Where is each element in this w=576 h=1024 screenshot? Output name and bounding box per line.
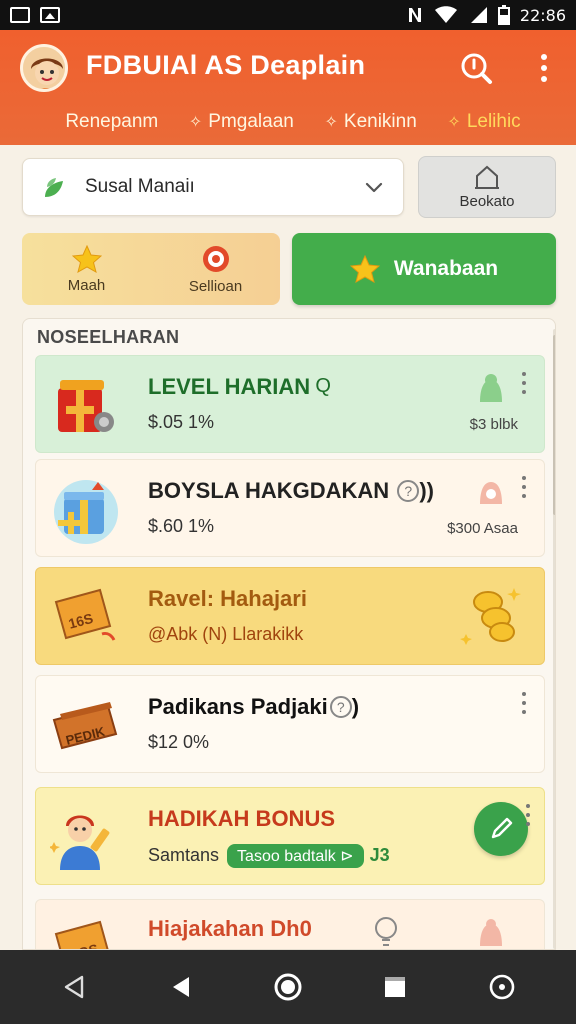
sellioan-button[interactable]: Sellioan [151, 233, 280, 305]
gift-box-icon [54, 480, 118, 544]
kebab-menu-icon[interactable] [522, 476, 528, 498]
help-icon: ? [329, 696, 352, 718]
section-title: NOSEELHARAN [37, 327, 180, 347]
back-filled-icon[interactable] [161, 967, 201, 1007]
lightbulb-icon [375, 917, 397, 946]
gift-box-icon [58, 380, 114, 432]
sparkle-icon: ✧ [324, 114, 338, 131]
search-icon[interactable] [458, 50, 494, 86]
list-item[interactable]: LEVEL HARIAN Q $.05 1% $3 blbk [35, 355, 545, 453]
clock: 22:86 [519, 5, 566, 25]
kebab-menu-icon[interactable] [522, 692, 528, 714]
ticket-icon: 16S [54, 588, 116, 641]
wifi-icon [434, 6, 457, 23]
coins-icon [460, 588, 521, 645]
star-icon [71, 244, 102, 273]
status-bar: 22:86 [0, 0, 576, 30]
tab-renepanm[interactable]: Renepanm [65, 111, 158, 133]
kebab-menu-icon[interactable] [522, 372, 528, 394]
beokato-button[interactable]: Beokato [418, 156, 556, 218]
ticket-icon: RGS [54, 920, 109, 949]
coupon-icon: PEDIK [52, 702, 118, 750]
nav-tabs: Renepanm ✧ Pmgalaan ✧ Kenikinn ✧ Lelihic [0, 104, 576, 140]
sparkle-icon: ✧ [447, 114, 461, 131]
category-dropdown[interactable]: Susal Manaiı [22, 158, 404, 216]
card-right-text: $300 Asaa [447, 520, 518, 537]
card-value: $12 0% [148, 732, 210, 752]
pin-icon [480, 482, 502, 504]
card-title: Hiajakahan Dh0 [148, 916, 312, 941]
card-right-text: $3 blbk [469, 416, 518, 433]
back-icon[interactable] [54, 967, 94, 1007]
assistant-icon[interactable] [482, 967, 522, 1007]
card-value: Samtans Tasoo badtalk ⊳ J3 [148, 844, 390, 868]
list-item[interactable]: HADIKAH BONUS Samtans Tasoo badtalk ⊳ J3 [35, 787, 545, 885]
list-item[interactable]: BOYSLA HAKGDAKAN ?)) $.60 1% $300 Asaa [35, 459, 545, 557]
edit-button[interactable] [474, 802, 528, 856]
character-icon [50, 815, 110, 870]
maah-button[interactable]: Maah [22, 233, 151, 305]
app-title: FDBUIAl AS Deaplain [86, 50, 366, 80]
bonus-pill[interactable]: Tasoo badtalk ⊳ [227, 844, 364, 868]
sparkle-icon: ✧ [188, 114, 203, 131]
card-title: Padikans Padjaki?) [148, 694, 360, 719]
rewards-list: NOSEELHARAN LEVEL HARIAN Q $.05 1% $3 blb… [22, 318, 556, 950]
home-icon[interactable] [268, 967, 308, 1007]
kebab-menu-icon[interactable] [526, 804, 532, 826]
chevron-down-icon [365, 182, 383, 193]
dropdown-value: Susal Manaiı [85, 176, 195, 197]
card-value: @Abk (N) Llarakikk [148, 624, 304, 644]
list-item[interactable]: 16S Ravel: Hahajari @Abk (N) Llarakikk [35, 567, 545, 665]
target-icon [202, 245, 229, 272]
house-icon [475, 165, 499, 189]
more-menu-icon[interactable] [532, 50, 556, 86]
card-title: BOYSLA HAKGDAKAN ?)) [148, 478, 434, 503]
card-value: $.60 1% [148, 516, 215, 536]
wanabaan-button[interactable]: Wanabaan [292, 233, 556, 305]
card-title: Ravel: Hahajari [148, 586, 307, 611]
card-title: HADIKAH BONUS [148, 806, 335, 831]
recents-icon[interactable] [375, 967, 415, 1007]
app-header: FDBUIAl AS Deaplain Renepanm ✧ Pmgalaan … [0, 30, 576, 145]
leaf-icon [45, 178, 63, 197]
card-value: $.05 1% [148, 412, 215, 432]
tab-kenikinn[interactable]: ✧ Kenikinn [324, 111, 416, 133]
scrollbar[interactable] [553, 329, 555, 949]
card-title: LEVEL HARIAN Q [148, 374, 331, 399]
pencil-icon [491, 817, 513, 839]
notification-icon [10, 7, 30, 23]
pin-icon [480, 919, 502, 946]
image-icon [40, 7, 60, 23]
side-button-label: Beokato [459, 193, 515, 210]
star-icon [349, 255, 380, 283]
help-icon: ? [397, 480, 420, 502]
tab-lelihic[interactable]: ✧ Lelihic [447, 111, 520, 133]
battery-icon [497, 5, 510, 25]
list-item[interactable]: RGS Hiajakahan Dh0 [35, 899, 545, 949]
list-item[interactable]: PEDIK Padikans Padjaki?) $12 0% [35, 675, 545, 773]
nfc-icon [408, 8, 421, 22]
bag-icon [480, 374, 502, 402]
signal-icon [470, 7, 487, 23]
action-pair: Maah Sellioan [22, 233, 280, 305]
avatar[interactable] [20, 44, 68, 92]
tab-pmgalaan[interactable]: ✧ Pmgalaan [189, 111, 294, 133]
system-nav-bar [0, 950, 576, 1024]
